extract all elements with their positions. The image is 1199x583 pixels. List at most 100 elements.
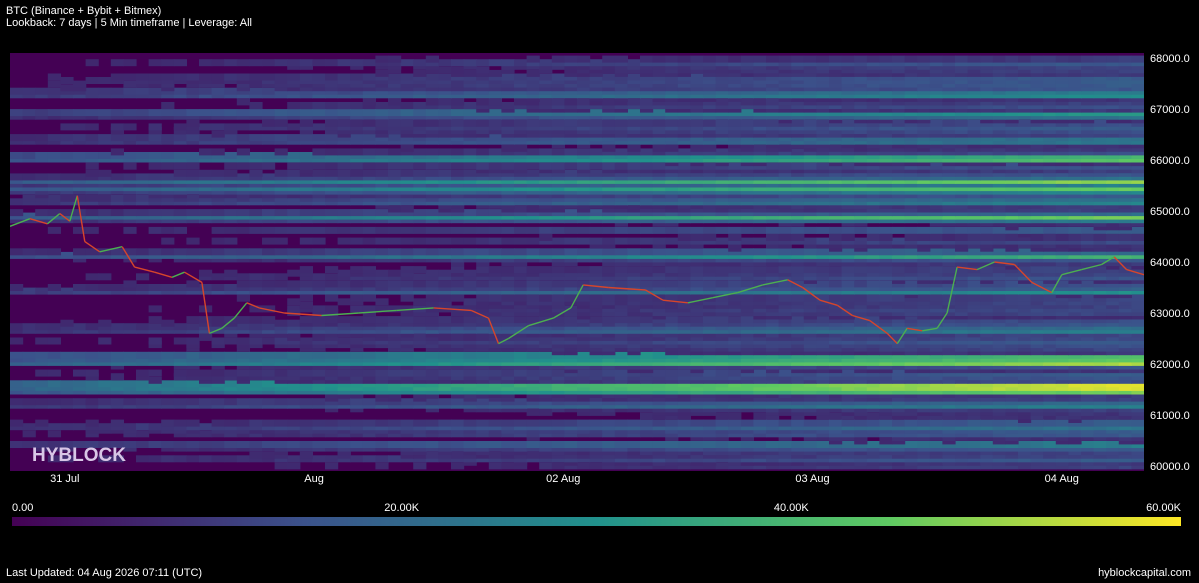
heatmap-cell <box>753 369 767 377</box>
heatmap-cell <box>161 237 175 245</box>
heatmap-cell <box>526 280 540 288</box>
heatmap-cell <box>728 280 742 288</box>
heatmap-cell <box>463 226 477 234</box>
heatmap-cell <box>312 226 326 234</box>
heatmap-cell <box>602 280 616 288</box>
heatmap-cell <box>186 351 200 359</box>
heatmap-cell <box>73 284 87 291</box>
heatmap-cell <box>388 280 402 288</box>
heatmap-cell <box>904 441 918 448</box>
heatmap-cell <box>589 226 603 234</box>
heatmap-cell <box>1081 294 1095 302</box>
heatmap-cell <box>829 234 843 241</box>
heatmap-cell <box>211 226 225 234</box>
heatmap-cell <box>413 209 427 217</box>
heatmap-cell <box>10 209 24 217</box>
heatmap-cell <box>299 419 313 427</box>
heatmap-cell <box>249 323 263 331</box>
heatmap-cell <box>186 398 200 406</box>
heatmap-cell <box>186 369 200 377</box>
heatmap-cell <box>476 441 490 448</box>
heatmap-cell <box>388 455 402 463</box>
heatmap-cell <box>501 369 515 377</box>
heatmap-cell <box>778 266 792 274</box>
heatmap-cell <box>325 441 339 448</box>
heatmap-cell <box>476 248 490 256</box>
heatmap-cell <box>715 412 729 420</box>
heatmap-cell <box>1043 441 1057 448</box>
heatmap-cell <box>161 284 175 291</box>
heatmap-cell <box>413 351 427 359</box>
heatmap-cell <box>766 266 780 274</box>
heatmap-cell <box>866 412 880 420</box>
heatmap-cell <box>551 462 565 470</box>
heatmap-cell <box>35 209 49 217</box>
heatmap-cell <box>652 280 666 288</box>
heatmap-cell <box>551 441 565 448</box>
heatmap-cell <box>136 273 150 281</box>
heatmap-cell <box>123 194 137 202</box>
heatmap-cell <box>451 451 465 459</box>
heatmap-cell <box>136 455 150 463</box>
heatmap-cell <box>715 441 729 448</box>
heatmap-cell <box>60 251 74 259</box>
heatmap-cell <box>1055 266 1069 274</box>
heatmap-cell <box>413 226 427 234</box>
heatmap-cell <box>740 226 754 234</box>
heatmap-cell <box>274 280 288 288</box>
heatmap-cell <box>85 273 99 281</box>
heatmap-cell <box>337 298 351 306</box>
heatmap-cell <box>73 398 87 406</box>
heatmap-cell <box>955 280 969 288</box>
heatmap-cell <box>514 205 528 213</box>
heatmap-cell <box>350 209 364 217</box>
heatmap-cell <box>10 351 24 359</box>
heatmap-cell <box>967 294 981 302</box>
heatmap-cell <box>879 266 893 274</box>
heatmap-cell <box>299 451 313 459</box>
heatmap-cell <box>728 369 742 377</box>
heatmap-cell <box>690 441 704 448</box>
heatmap-cell <box>1005 280 1019 288</box>
heatmap-cell <box>299 209 313 217</box>
heatmap-cell <box>1018 294 1032 302</box>
heatmap-cell <box>60 398 74 406</box>
heatmap-cell <box>451 419 465 427</box>
heatmap-cell <box>841 419 855 427</box>
heatmap-cell <box>400 266 414 274</box>
heatmap-cell <box>274 351 288 359</box>
heatmap-cell <box>703 419 717 427</box>
heatmap-cell <box>614 369 628 377</box>
heatmap-cell <box>148 441 162 448</box>
heatmap-cell <box>677 441 691 448</box>
heatmap-cell <box>136 380 150 388</box>
heatmap-cell <box>287 226 301 234</box>
heatmap-cell <box>60 287 74 295</box>
heatmap-cell <box>400 237 414 245</box>
heatmap-cell <box>514 419 528 427</box>
heatmap-cell <box>879 234 893 241</box>
heatmap-cell <box>110 373 124 381</box>
heatmap-cell <box>1055 234 1069 241</box>
heatmap-cell <box>123 398 137 406</box>
heatmap-cell <box>1018 226 1032 234</box>
heatmap-cell <box>224 284 238 291</box>
heatmap-cell <box>514 398 528 406</box>
heatmap-cell <box>539 462 553 470</box>
heatmap-cell <box>35 323 49 331</box>
heatmap-cell <box>186 316 200 324</box>
heatmap-cell <box>1018 441 1032 448</box>
heatmap-cell <box>123 323 137 331</box>
heatmap-cell <box>892 226 906 234</box>
heatmap-cell <box>879 226 893 234</box>
heatmap-cell <box>47 248 61 256</box>
heatmap-cell <box>589 209 603 217</box>
heatmap-cell <box>1118 419 1132 427</box>
heatmap-cell <box>690 266 704 274</box>
heatmap-cell <box>980 234 994 241</box>
heatmap-cell <box>917 226 931 234</box>
heatmap-cell <box>211 455 225 463</box>
heatmap-cell <box>1093 234 1107 241</box>
heatmap-cell <box>526 451 540 459</box>
heatmap-cell <box>60 380 74 388</box>
